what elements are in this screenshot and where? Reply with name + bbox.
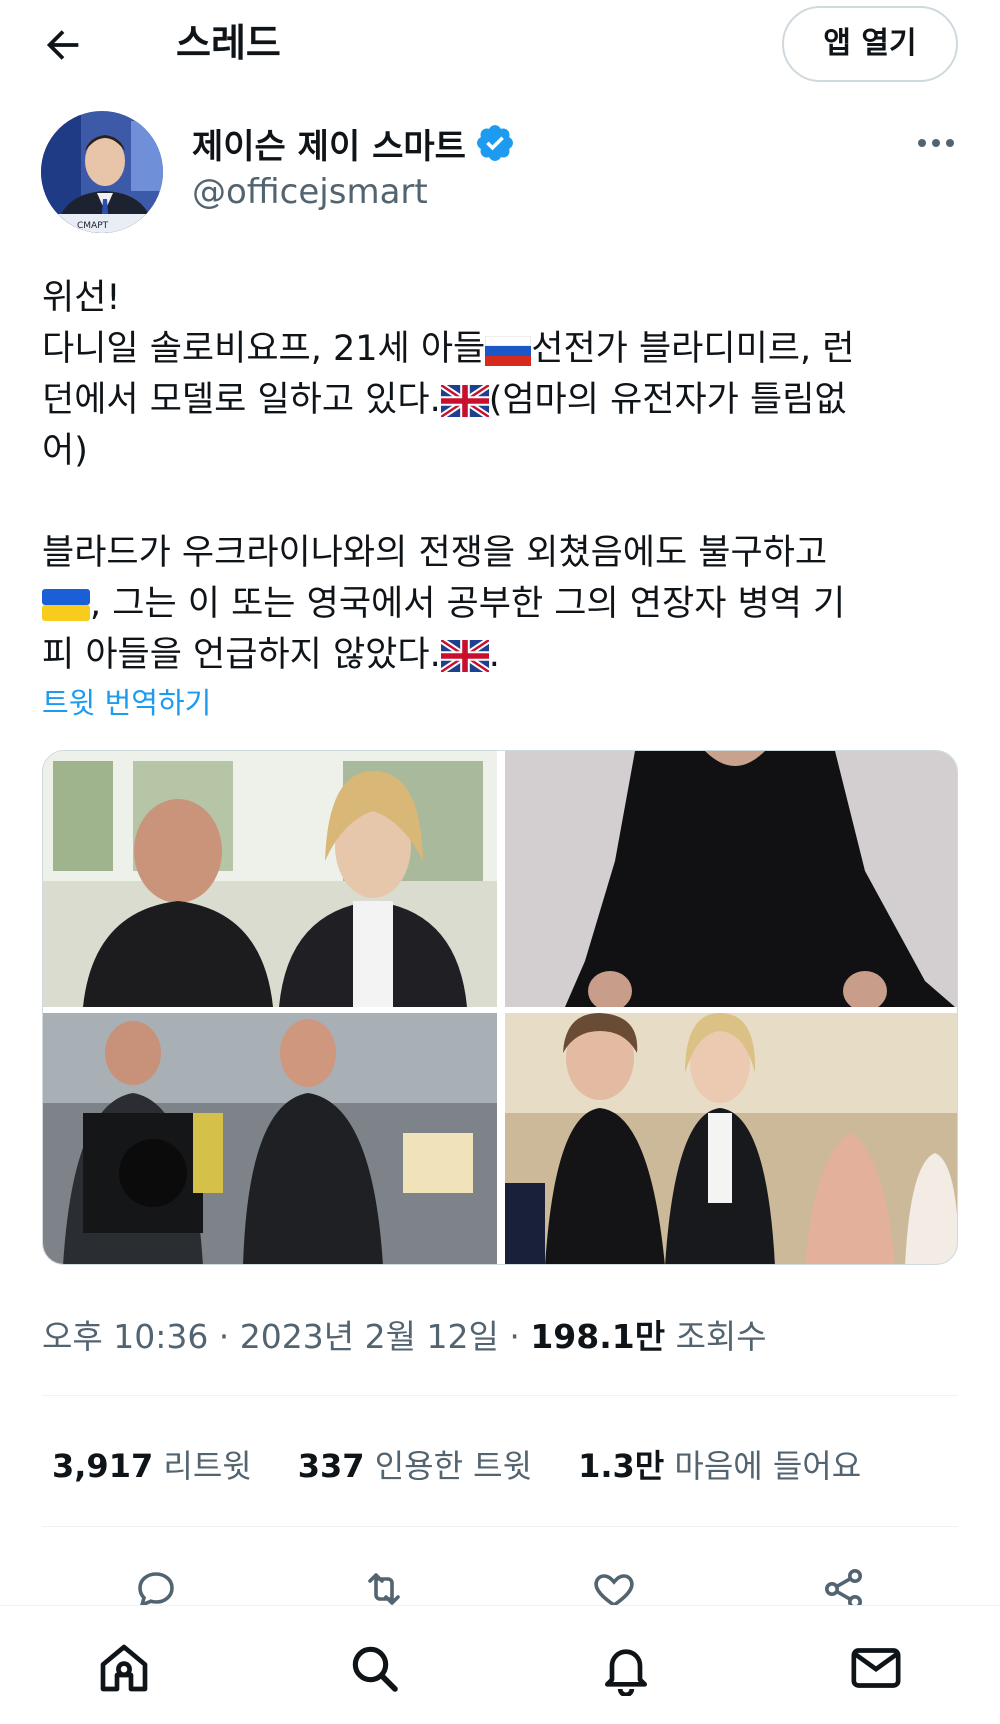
ukraine-flag-icon [42,589,90,621]
author-handle[interactable]: @officejsmart [192,172,428,212]
tweet-meta: 오후 10:36 · 2023년 2월 12일 · 198.1만 조회수 [42,1317,767,1356]
likes-stat[interactable]: 1.3만 마음에 들어요 [578,1441,861,1487]
top-bar: 스레드 앱 열기 [0,0,1000,90]
tweet-line: 던에서 모델로 일하고 있다. (엄마의 유전자가 틀림없 [42,380,847,420]
avatar-caption: СМАРТ [77,221,109,231]
russia-flag-icon [485,336,532,366]
page-title: 스레드 [176,21,281,65]
photo-1[interactable] [43,751,497,1007]
photo-4[interactable] [505,1013,957,1264]
tweet-time: 오후 10:36 [42,1317,209,1356]
author-name-row: 제이슨 제이 스마트 [192,118,516,168]
home-icon[interactable] [96,1640,152,1696]
tweet-line: 어) [42,431,88,471]
tweet-text: 위선! 다니일 솔로비요프, 21세 아들 선전가 블라디미르, 런 던에서 모델… [42,273,962,681]
divider [42,1395,958,1396]
open-app-button[interactable]: 앱 열기 [782,6,958,82]
tweet-line: 블라드가 우크라이나와의 전쟁을 외쳤음에도 불구하고 [42,533,828,573]
tweet-line: 피 아들을 언급하지 않았다.. [42,635,500,675]
tweet-line: 위선! [42,278,121,318]
back-arrow-icon[interactable] [40,22,86,68]
more-options-icon[interactable] [916,128,956,158]
retweets-stat[interactable]: 3,917 리트윗 [52,1441,252,1487]
avatar[interactable]: СМАРТ [41,111,163,233]
tweet-date: 2023년 2월 12일 [239,1317,499,1356]
uk-flag-icon [440,640,489,672]
messages-icon[interactable] [848,1640,904,1696]
photo-3[interactable] [43,1013,497,1264]
search-icon[interactable] [346,1640,402,1696]
tweet-line: 다니일 솔로비요프, 21세 아들 선전가 블라디미르, 런 [42,329,855,369]
views-count: 198.1만 [530,1317,666,1356]
quotes-stat[interactable]: 337 인용한 트윗 [298,1441,532,1487]
engagement-stats: 3,917 리트윗 337 인용한 트윗 1.3만 마음에 들어요 [52,1441,907,1487]
media-grid [42,750,958,1265]
verified-badge-icon [476,125,513,161]
uk-flag-icon [440,385,489,417]
divider [42,1526,958,1527]
bottom-navigation [0,1605,1000,1724]
photo-2[interactable] [505,751,957,1007]
tweet-line: , 그는 이 또는 영국에서 공부한 그의 연장자 병역 기 [42,579,962,630]
author-display-name[interactable]: 제이슨 제이 스마트 [192,119,466,168]
translate-tweet-link[interactable]: 트윗 번역하기 [42,680,211,722]
notifications-icon[interactable] [598,1640,654,1696]
views-label: 조회수 [675,1317,767,1356]
